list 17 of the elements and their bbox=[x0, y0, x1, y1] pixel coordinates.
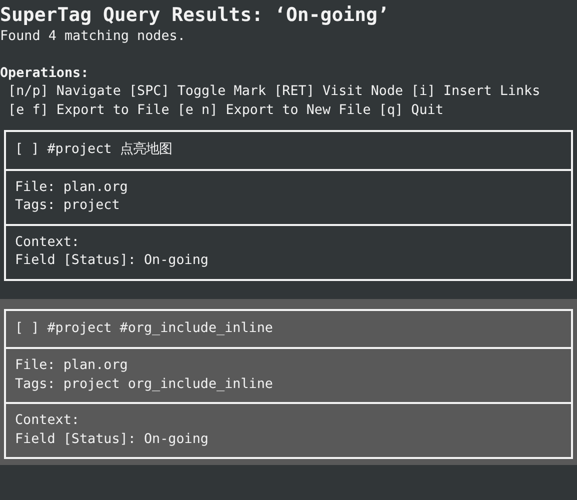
keybinding-help: [e f] Export to File [e n] Export to New File [q] Quit bbox=[7, 102, 444, 120]
operations-heading: Operations: bbox=[0, 64, 90, 82]
summary-text: Found 4 matching nodes. bbox=[0, 28, 186, 46]
buffer-title: SuperTag Query Results: ‘On-going’ bbox=[0, 3, 390, 28]
file-text: File: plan.org bbox=[15, 178, 129, 196]
field-text: Field [Status]: On-going bbox=[15, 252, 210, 270]
result-band[interactable]: [ ] #project 点亮地图 File: plan.org Tags: project Context: Field [Status]: On-going bbox=[0, 120, 577, 286]
result-band[interactable]: [ ] #project #org_include_inline File: plan.org Tags: project org_include_inline Context: Field [Status]: On-going bbox=[0, 298, 577, 465]
node-heading: [ ] #project #org_include_inline bbox=[15, 320, 274, 338]
field-text: Field [Status]: On-going bbox=[15, 430, 210, 448]
context-label: Context: bbox=[15, 234, 80, 252]
tags-text: Tags: project bbox=[15, 197, 121, 215]
file-text: File: plan.org bbox=[15, 357, 129, 375]
keybinding-help: [n/p] Navigate [SPC] Toggle Mark [RET] Visit Node [i] Insert Links bbox=[7, 83, 542, 101]
tags-text: Tags: project org_include_inline bbox=[15, 376, 274, 394]
context-label: Context: bbox=[15, 412, 80, 430]
node-heading: [ ] #project 点亮地图 bbox=[15, 141, 173, 159]
